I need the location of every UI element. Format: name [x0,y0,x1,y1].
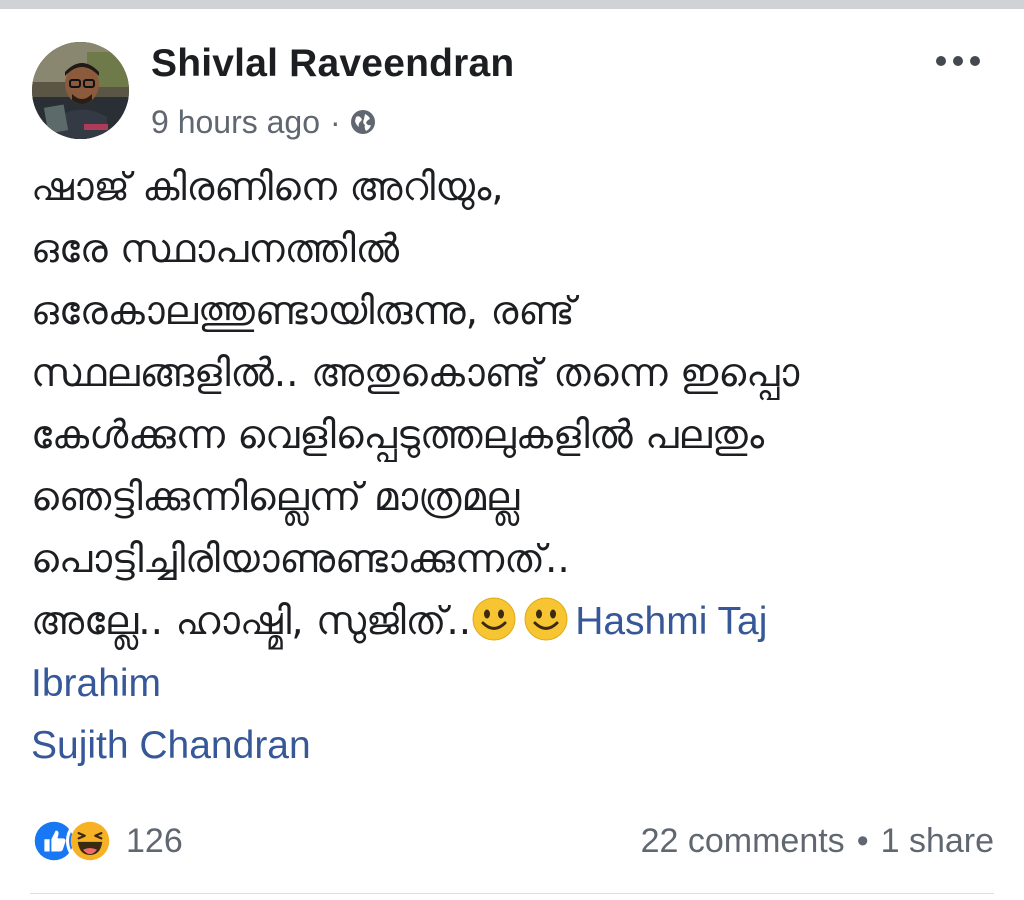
shares-count-link[interactable]: 1 share [881,822,994,861]
post-text-segment: അല്ലേ.. ഹാഷ്മി, സുജിത്.. [31,599,472,644]
more-options-icon[interactable] [936,56,980,68]
more-dot-icon [953,56,963,66]
post-timestamp[interactable]: 9 hours ago [151,104,320,141]
post-text-line-with-mention: അല്ലേ.. ഹാഷ്മി, സുജിത്.. Hashmi Taj [31,591,991,653]
author-name[interactable]: Shivlal Raveendran [151,40,514,88]
meta-separator: · [330,103,341,140]
post-text-line: ഒരേകാലത്തുണ്ടായിരുന്നു, രണ്ട് [31,289,575,334]
post-text-line: കേൾക്കുന്ന വെളിപ്പെടുത്തലുകളിൽ പലതും [31,413,765,458]
profile-photo [32,42,129,139]
reactions-summary[interactable]: 126 [30,817,183,865]
mention-link-hashmi[interactable]: Hashmi Taj [575,600,767,643]
mention-link-hashmi-continued[interactable]: Ibrahim [31,653,991,715]
globe-icon [350,110,375,134]
post-text-line: ഷാജ് കിരണിനെ അറിയും, [31,165,504,210]
smiley-emoji-icon [524,597,568,641]
top-divider-bar [0,0,1024,9]
smiley-emoji-icon [472,597,516,641]
post-footer: 126 22 comments • 1 share [30,812,994,870]
more-dot-icon [936,56,946,66]
post-text-line: സ്ഥലങ്ങളിൽ.. അതുകൊണ്ട് തന്നെ ഇപ്പൊ [31,351,800,396]
haha-reaction-icon [66,817,114,865]
post-text-line: പൊട്ടിച്ചിരിയാണുണ്ടാക്കുന്നത്.. [31,537,570,582]
post-meta: 9 hours ago · [151,100,377,144]
author-avatar[interactable] [32,42,129,139]
more-dot-icon [970,56,980,66]
post-text-line: ഞെട്ടിക്കുന്നില്ലെന്ന് മാത്രമല്ല [31,475,520,520]
footer-divider [30,893,994,894]
post-body: ഷാജ് കിരണിനെ അറിയും, ഒരേ സ്ഥാപനത്തിൽ ഒരേ… [31,157,991,777]
reaction-count: 126 [126,821,183,860]
mention-link-sujith[interactable]: Sujith Chandran [31,715,991,777]
stats-separator: • [856,821,869,860]
comments-count-link[interactable]: 22 comments [641,822,845,861]
post-stats: 22 comments • 1 share [641,822,994,861]
post-text-line: ഒരേ സ്ഥാപനത്തിൽ [31,227,400,272]
